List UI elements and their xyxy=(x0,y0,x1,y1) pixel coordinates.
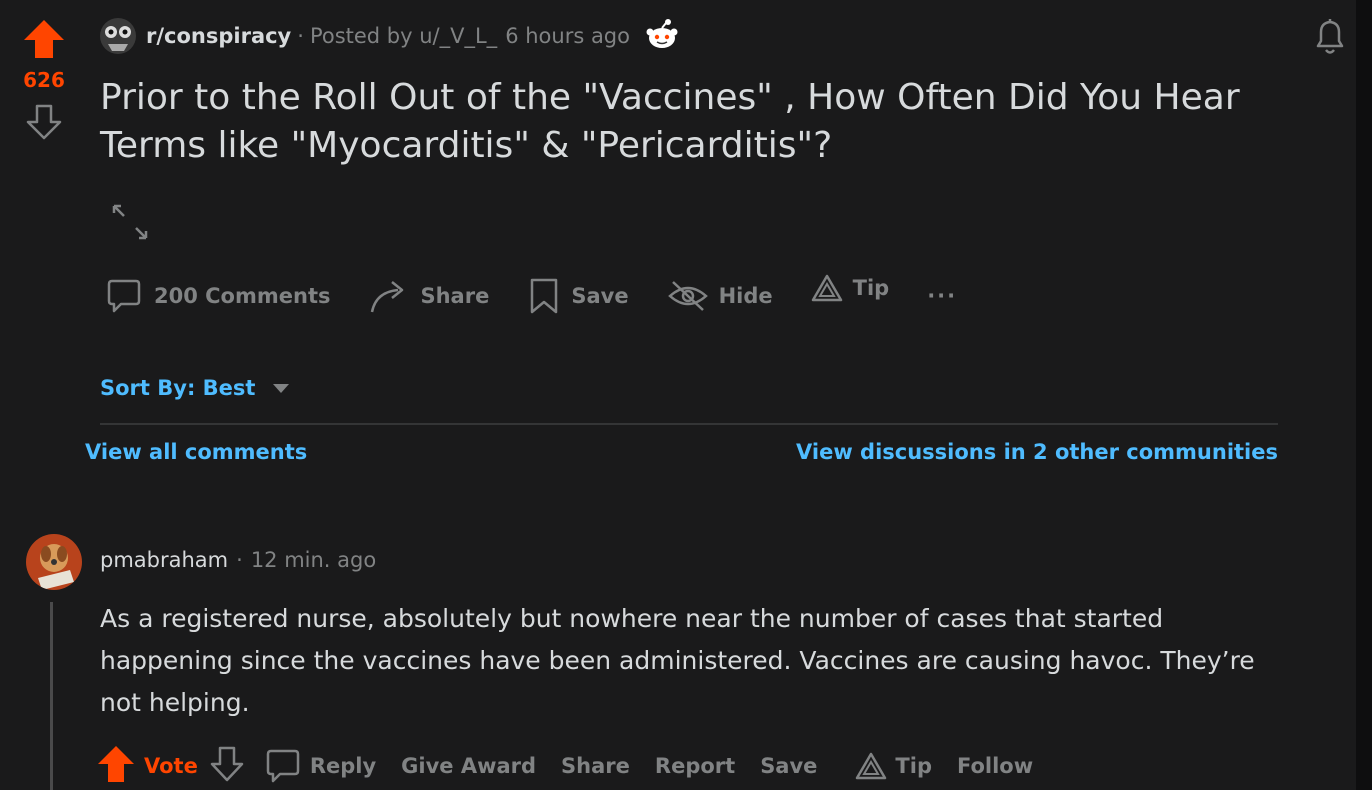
comment-icon xyxy=(107,279,141,313)
post-score: 626 xyxy=(23,68,65,92)
follow-button[interactable]: Follow xyxy=(957,754,1033,778)
reply-comment-icon xyxy=(266,749,300,783)
comment-downvote-icon[interactable] xyxy=(208,744,246,788)
tip-triangle-icon xyxy=(856,752,887,780)
post-vote-column: 626 xyxy=(20,18,68,146)
comment-author[interactable]: pmabraham xyxy=(100,548,228,572)
avatar[interactable] xyxy=(26,534,82,590)
comment-separator: · xyxy=(236,548,243,572)
comment-vote-label: Vote xyxy=(144,754,198,778)
sort-dropdown[interactable]: Sort By: Best xyxy=(100,376,291,400)
report-button[interactable]: Report xyxy=(655,754,735,778)
save-button[interactable]: Save xyxy=(527,276,629,316)
post-time: 6 hours ago xyxy=(505,24,630,48)
view-discussions-link[interactable]: View discussions in 2 other communities xyxy=(796,440,1278,464)
scrollbar-track[interactable] xyxy=(1356,0,1372,790)
more-icon: ··· xyxy=(927,284,958,308)
bookmark-icon xyxy=(531,278,558,314)
comment-meta: pmabraham · 12 min. ago xyxy=(100,548,376,572)
post-card: 626 r/conspiracy · Posted by u/_V_L_ 6 h… xyxy=(0,0,1356,790)
comment-body: As a registered nurse, absolutely but no… xyxy=(100,604,1255,717)
comment-time: 12 min. ago xyxy=(250,548,377,572)
view-all-comments-link[interactable]: View all comments xyxy=(85,440,307,464)
post-meta: r/conspiracy · Posted by u/_V_L_ 6 hours… xyxy=(100,18,680,54)
posted-by[interactable]: Posted by u/_V_L_ xyxy=(310,24,497,48)
bell-icon[interactable] xyxy=(1310,16,1350,62)
post-actions: 200 Comments Share Save Hide Tip ··· xyxy=(104,268,995,324)
share-button[interactable]: Share xyxy=(368,276,489,316)
comments-button[interactable]: 200 Comments xyxy=(104,276,330,316)
snoo-award-icon[interactable] xyxy=(644,16,680,57)
caret-down-icon xyxy=(273,384,290,393)
meta-separator: · xyxy=(297,24,304,48)
comment-upvote-icon[interactable] xyxy=(96,744,136,788)
downvote-icon[interactable] xyxy=(20,102,68,146)
comment-save-button[interactable]: Save xyxy=(760,754,817,778)
upvote-icon[interactable] xyxy=(20,18,68,62)
tip-triangle-icon xyxy=(811,274,842,302)
section-divider xyxy=(100,423,1278,425)
tip-button[interactable]: Tip xyxy=(811,273,889,303)
hide-button[interactable]: Hide xyxy=(667,276,773,316)
comment-share-button[interactable]: Share xyxy=(561,754,630,778)
expand-icon[interactable] xyxy=(106,198,154,250)
share-icon xyxy=(371,281,404,313)
comment-actions: Vote Reply Give Award Share Report Save … xyxy=(96,742,1058,790)
subreddit-icon[interactable] xyxy=(100,18,136,54)
reply-button[interactable]: Reply xyxy=(264,746,376,786)
thread-line[interactable] xyxy=(50,602,53,790)
hide-eye-icon xyxy=(667,281,708,311)
post-title[interactable]: Prior to the Roll Out of the "Vaccines" … xyxy=(100,74,1280,170)
comment-tip-button[interactable]: Tip xyxy=(855,751,932,781)
subreddit-link[interactable]: r/conspiracy xyxy=(146,24,291,48)
give-award-button[interactable]: Give Award xyxy=(401,754,536,778)
more-options-button[interactable]: ··· xyxy=(927,284,957,308)
